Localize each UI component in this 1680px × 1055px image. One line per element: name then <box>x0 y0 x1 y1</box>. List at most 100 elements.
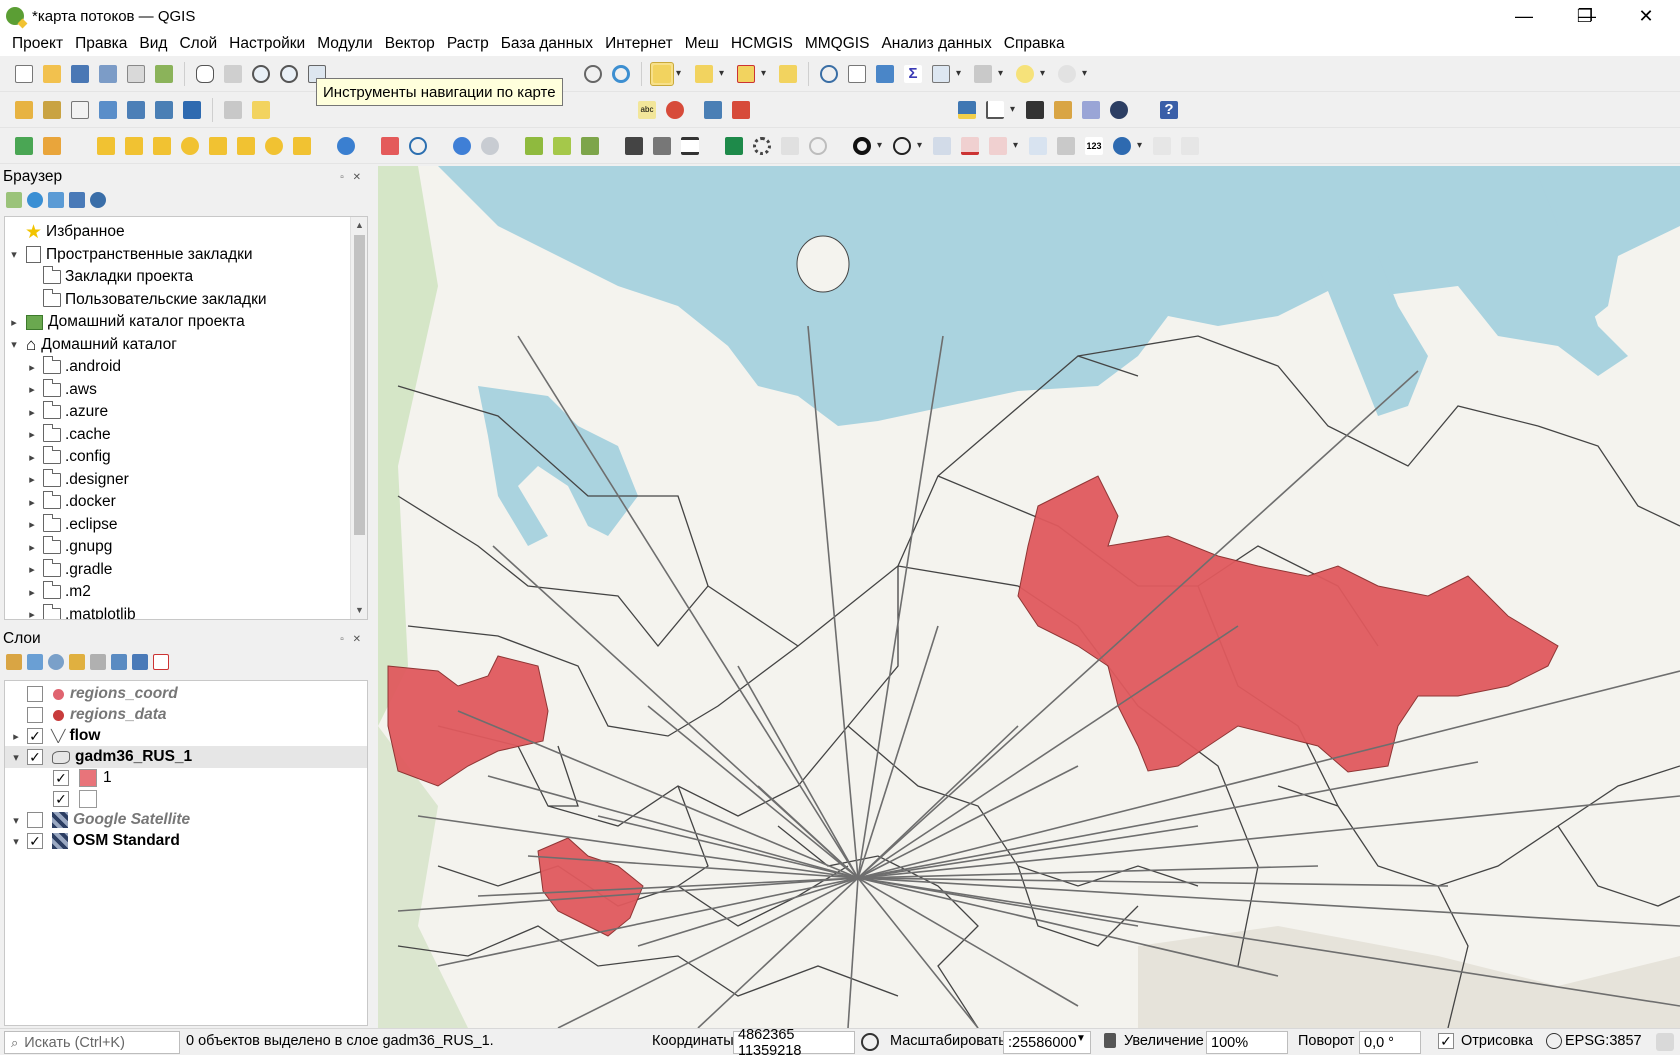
browser-scrollbar[interactable]: ▲ ▼ <box>350 217 367 619</box>
save-as-button[interactable] <box>96 62 120 86</box>
plugin-disabled-alt-icon[interactable] <box>1178 134 1202 158</box>
expand-arrow-icon[interactable]: ▸ <box>25 451 39 464</box>
add-wms-icon[interactable] <box>152 98 176 122</box>
close-button[interactable]: ✕ <box>1617 0 1675 32</box>
filter-legend-icon[interactable] <box>69 654 85 670</box>
browser-item[interactable]: ▸ .config <box>25 446 111 468</box>
menu-item[interactable]: Вектор <box>379 35 441 53</box>
numbering-icon[interactable]: 123 <box>1082 134 1106 158</box>
plugin-grid-icon[interactable] <box>1051 98 1075 122</box>
pan-to-selection-icon[interactable] <box>221 62 245 86</box>
hcmgis-search-icon[interactable] <box>262 134 286 158</box>
plugin-pin-icon[interactable] <box>622 134 646 158</box>
browser-item[interactable]: ▸ .cache <box>25 423 111 446</box>
browser-item[interactable]: ▸ .docker <box>25 491 116 513</box>
layer-visibility-checkbox[interactable] <box>27 812 43 828</box>
panel-splitter[interactable] <box>370 166 378 1028</box>
cloud-sync-icon[interactable] <box>478 134 502 158</box>
select-features-icon[interactable] <box>650 61 681 86</box>
line-tool-icon[interactable] <box>958 134 982 158</box>
plugin-blue-dot-icon[interactable] <box>334 134 358 158</box>
plugin-d-icon[interactable] <box>722 134 746 158</box>
add-mesh-icon[interactable] <box>180 98 204 122</box>
layer-visibility-checkbox[interactable] <box>27 686 43 702</box>
processing-icon[interactable] <box>12 134 36 158</box>
plugin-mosaic-icon[interactable] <box>1079 98 1103 122</box>
quick-map-services-icon[interactable] <box>1023 98 1047 122</box>
coordinate-field[interactable]: 4862365 11359218 <box>733 1027 855 1055</box>
browser-item[interactable]: ▸ Домашний каталог проекта <box>7 311 244 333</box>
iq-plugin-icon[interactable] <box>378 134 402 158</box>
open-table-icon[interactable] <box>929 62 961 86</box>
panel-float-close-icon[interactable]: ▫ ✕ <box>340 172 364 183</box>
new-project-button[interactable] <box>12 62 36 86</box>
digitize-icon[interactable] <box>96 98 120 122</box>
new-shapefile-icon[interactable] <box>68 98 92 122</box>
browser-item[interactable]: ▸ .matplotlib <box>25 603 136 619</box>
expand-arrow-icon[interactable]: ▸ <box>7 316 21 329</box>
plugin-add-icon[interactable] <box>778 134 802 158</box>
xy-tool-icon[interactable] <box>930 134 954 158</box>
menu-item[interactable]: Справка <box>998 35 1071 53</box>
print-layout-button[interactable] <box>124 62 148 86</box>
browser-item[interactable]: ▸ .gradle <box>25 558 112 581</box>
expand-arrow-icon[interactable]: ▸ <box>25 473 39 486</box>
properties-info-icon[interactable] <box>90 192 106 208</box>
collapse-arrow-icon[interactable]: ▾ <box>9 835 23 848</box>
browser-item[interactable]: ▸ .gnupg <box>25 536 112 558</box>
globe-icon[interactable] <box>1107 98 1131 122</box>
browser-item[interactable]: Закладки проекта <box>25 266 193 288</box>
locator-icon[interactable] <box>1055 62 1087 86</box>
add-selected-icon[interactable] <box>6 192 22 208</box>
menu-item[interactable]: Меш <box>679 35 725 53</box>
crs-label[interactable]: EPSG:3857 <box>1565 1033 1642 1049</box>
circle-tool-icon[interactable] <box>850 134 882 158</box>
open-project-button[interactable] <box>40 62 64 86</box>
menu-item[interactable]: Анализ данных <box>875 35 997 53</box>
search-input[interactable]: Искать (Ctrl+K) <box>24 1035 125 1051</box>
hammer-icon[interactable] <box>578 134 602 158</box>
plugin-crop-icon[interactable] <box>650 134 674 158</box>
collapse-arrow-icon[interactable]: ▾ <box>9 814 23 827</box>
menu-item[interactable]: Растр <box>441 35 495 53</box>
scale-lock-icon[interactable] <box>1104 1033 1116 1048</box>
add-group-icon[interactable] <box>27 654 43 670</box>
swap-arrows-icon[interactable] <box>678 134 702 158</box>
browser-tree[interactable]: ▲ ▼ ★ Избранное ▾ Пространственные закладки… <box>4 216 368 620</box>
zoom-in-icon[interactable] <box>249 62 273 86</box>
snap-tool-icon[interactable] <box>1026 134 1050 158</box>
layer-row[interactable]: regions_data <box>5 704 367 726</box>
layer-row[interactable]: ▾ ✓ OSM Standard <box>5 830 367 852</box>
expand-arrow-icon[interactable]: ▸ <box>25 361 39 374</box>
messages-icon[interactable] <box>1656 1033 1674 1051</box>
menu-item[interactable]: Слой <box>173 35 223 53</box>
profile-tool-icon[interactable] <box>983 98 1015 122</box>
hcmgis-table-icon[interactable] <box>206 134 230 158</box>
toolbox-icon[interactable] <box>40 134 64 158</box>
browser-item[interactable]: ▾ ⌂ Домашний каталог <box>7 334 177 356</box>
refresh-icon[interactable] <box>609 62 633 86</box>
select-by-value-icon[interactable] <box>692 62 724 86</box>
layer-row[interactable]: ▾ Google Satellite <box>5 809 367 831</box>
scroll-down-icon[interactable]: ▼ <box>351 602 367 619</box>
menu-item[interactable]: Настройки <box>223 35 311 53</box>
remove-layer-icon[interactable] <box>153 654 169 670</box>
split-tool-icon[interactable] <box>986 134 1018 158</box>
layer-visibility-checkbox[interactable]: ✓ <box>27 749 43 765</box>
field-calculator-icon[interactable] <box>873 62 897 86</box>
menu-item[interactable]: Интернет <box>599 35 679 53</box>
label-style-icon[interactable] <box>663 98 687 122</box>
browser-item[interactable]: ★ Избранное <box>7 221 125 243</box>
scroll-thumb[interactable] <box>354 235 365 535</box>
settings-gear-icon[interactable] <box>750 134 774 158</box>
filter-browser-icon[interactable] <box>48 192 64 208</box>
layer-row[interactable]: ✓ 1 <box>5 767 367 789</box>
hcmgis-file-icon[interactable] <box>150 134 174 158</box>
layer-visibility-checkbox[interactable]: ✓ <box>27 833 43 849</box>
browser-item[interactable]: Пользовательские закладки <box>25 288 267 311</box>
map-canvas[interactable] <box>378 166 1680 1028</box>
expand-arrow-icon[interactable]: ▸ <box>25 383 39 396</box>
map-tips-icon[interactable] <box>1013 62 1045 86</box>
layer-visibility-checkbox[interactable] <box>27 707 43 723</box>
zoom-out-icon[interactable] <box>277 62 301 86</box>
